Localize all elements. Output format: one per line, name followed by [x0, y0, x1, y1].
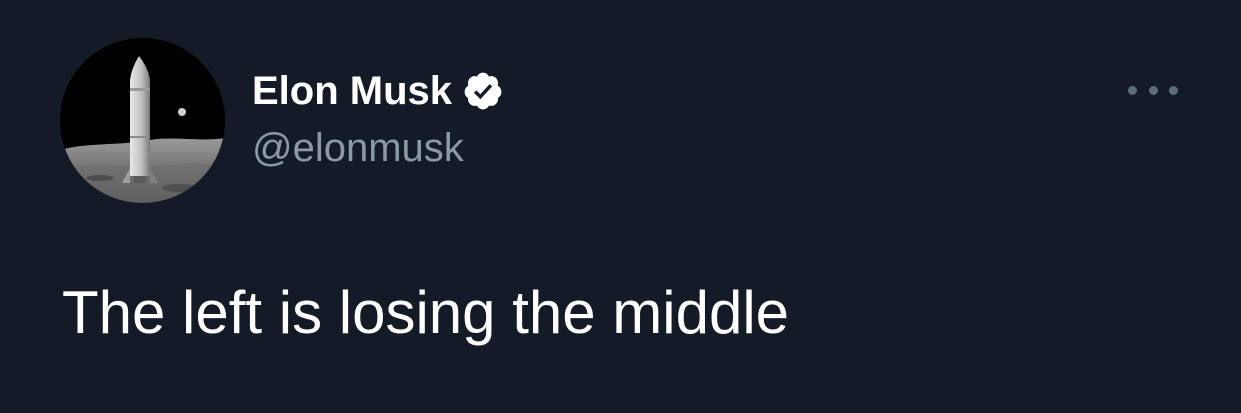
- author-handle[interactable]: @elonmusk: [252, 126, 464, 171]
- author-display-name[interactable]: Elon Musk: [252, 69, 452, 114]
- rocket-on-moon-avatar-icon: [60, 38, 225, 203]
- more-options-icon[interactable]: [1128, 78, 1178, 102]
- tweet-card: Elon Musk @elonmusk The left is losing t…: [0, 0, 1241, 413]
- more-dot: [1169, 85, 1178, 95]
- tweet-text: The left is losing the middle: [62, 279, 790, 346]
- more-dot: [1128, 85, 1137, 95]
- avatar[interactable]: [60, 38, 225, 203]
- more-dot: [1148, 85, 1158, 95]
- author-name-row: Elon Musk: [252, 68, 504, 114]
- verified-badge-icon: [462, 70, 504, 112]
